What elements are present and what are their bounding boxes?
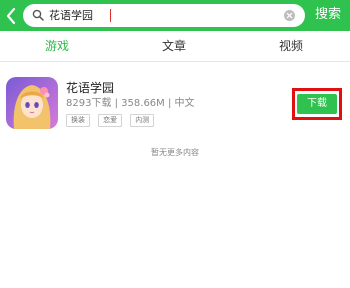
tag: 换装 [66, 114, 90, 127]
tag: 内测 [130, 114, 155, 127]
no-more-content-text: 暂无更多内容 [151, 148, 199, 157]
search-button[interactable]: 搜索 [315, 6, 341, 24]
search-icon [32, 9, 44, 21]
tab-videos[interactable]: 视频 [251, 31, 331, 63]
tab-divider [0, 61, 350, 62]
app-title: 花语学园 [66, 81, 115, 95]
search-header: 花语学园 搜索 [0, 0, 350, 31]
back-button[interactable] [4, 6, 18, 26]
app-stats: 8293下载 | 358.66M | 中文 [66, 98, 195, 109]
app-tag-list: 换装 恋爱 内测 [66, 114, 157, 127]
anime-girl-icon [6, 77, 58, 129]
text-caret [110, 9, 111, 22]
download-button[interactable]: 下载 [297, 94, 337, 114]
search-query-text: 花语学园 [49, 9, 93, 22]
app-icon[interactable] [6, 77, 58, 129]
tab-articles[interactable]: 文章 [134, 31, 214, 63]
tab-games[interactable]: 游戏 [17, 31, 97, 63]
clear-icon[interactable] [284, 10, 295, 21]
chevron-left-icon [6, 7, 16, 25]
tag: 恋爱 [98, 114, 123, 127]
search-input[interactable]: 花语学园 [23, 4, 305, 27]
list-item[interactable]: 花语学园 8293下载 | 358.66M | 中文 换装 恋爱 内测 下载 [0, 72, 350, 134]
result-tabs: 游戏 文章 视频 [0, 31, 350, 63]
